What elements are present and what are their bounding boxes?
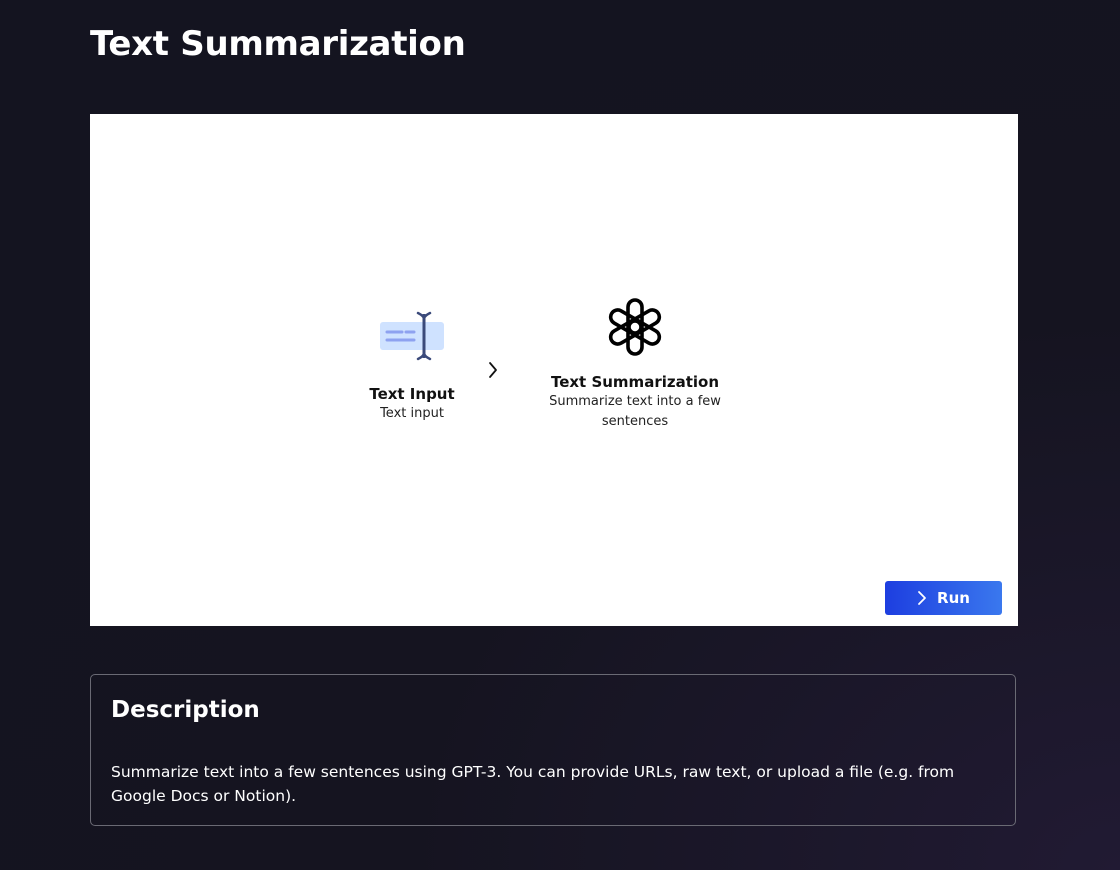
node-description: Summarize text into a few sentences [549, 394, 721, 429]
description-panel: Description Summarize text into a few se… [90, 674, 1016, 826]
text-cursor-input-icon [380, 311, 444, 361]
page-title: Text Summarization [90, 24, 466, 64]
chevron-right-icon [489, 362, 497, 378]
description-text: Summarize text into a few sentences usin… [111, 763, 955, 805]
flow-node-text-input[interactable]: Text Input Text input [352, 310, 472, 424]
flow-canvas[interactable]: Text Input Text input Text Summarization… [90, 114, 1018, 626]
node-description: Text input [380, 406, 444, 421]
node-title: Text Summarization [550, 373, 720, 391]
node-title: Text Input [369, 385, 455, 403]
run-button-label: Run [937, 589, 970, 607]
chevron-right-icon [918, 591, 926, 605]
run-button[interactable]: Run [885, 581, 1002, 615]
description-heading: Description [111, 697, 260, 723]
openai-logo-icon [608, 298, 662, 356]
flow-node-text-summarization[interactable]: Text Summarization Summarize text into a… [540, 294, 730, 432]
